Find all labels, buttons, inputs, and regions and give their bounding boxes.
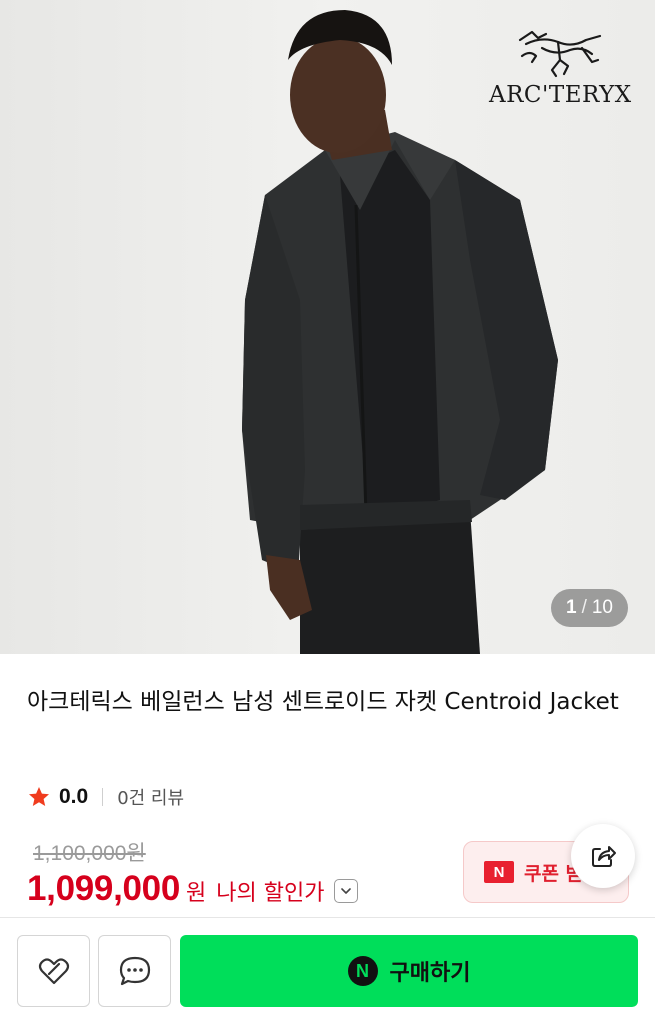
chevron-down-icon xyxy=(341,888,352,894)
pager-current: 1 xyxy=(566,597,577,618)
share-icon xyxy=(592,846,616,867)
naver-n-icon: N xyxy=(484,861,514,883)
product-title: 아크테릭스 베일런스 남성 센트로이드 자켓 Centroid Jacket xyxy=(27,689,619,715)
archaeopteryx-logo-icon xyxy=(518,30,602,78)
pager-total: 10 xyxy=(591,597,613,618)
chat-bubble-icon xyxy=(119,956,150,986)
brand-logo: ARC'TERYX xyxy=(489,26,631,108)
bottom-bar-divider xyxy=(0,917,655,918)
original-price: 1,100,000원 xyxy=(33,842,146,865)
sale-price: 1,099,000 xyxy=(27,869,181,908)
share-button[interactable] xyxy=(571,824,635,888)
heart-icon xyxy=(38,958,69,985)
buy-button[interactable]: N 구매하기 xyxy=(180,935,638,1007)
image-pager: 1 / 10 xyxy=(551,589,628,627)
product-image-area[interactable]: ARC'TERYX 1 / 10 xyxy=(0,0,655,654)
pager-separator: / xyxy=(581,597,587,618)
talk-button[interactable] xyxy=(98,935,171,1007)
naver-pay-n-icon: N xyxy=(347,956,378,986)
rating-divider xyxy=(102,788,104,806)
price-row: 1,099,000 원 나의 할인가 xyxy=(27,865,359,913)
discount-toggle-button[interactable] xyxy=(334,879,359,903)
rating-row[interactable]: 0.0 0건 리뷰 xyxy=(27,782,184,812)
review-count[interactable]: 0건 리뷰 xyxy=(117,784,184,810)
buy-label: 구매하기 xyxy=(389,961,471,986)
currency-unit: 원 xyxy=(186,881,207,906)
star-icon xyxy=(29,787,49,806)
wishlist-button[interactable] xyxy=(17,935,90,1007)
my-discount-label: 나의 할인가 xyxy=(216,881,325,906)
brand-name: ARC'TERYX xyxy=(489,82,632,108)
rating-score: 0.0 xyxy=(59,785,89,808)
